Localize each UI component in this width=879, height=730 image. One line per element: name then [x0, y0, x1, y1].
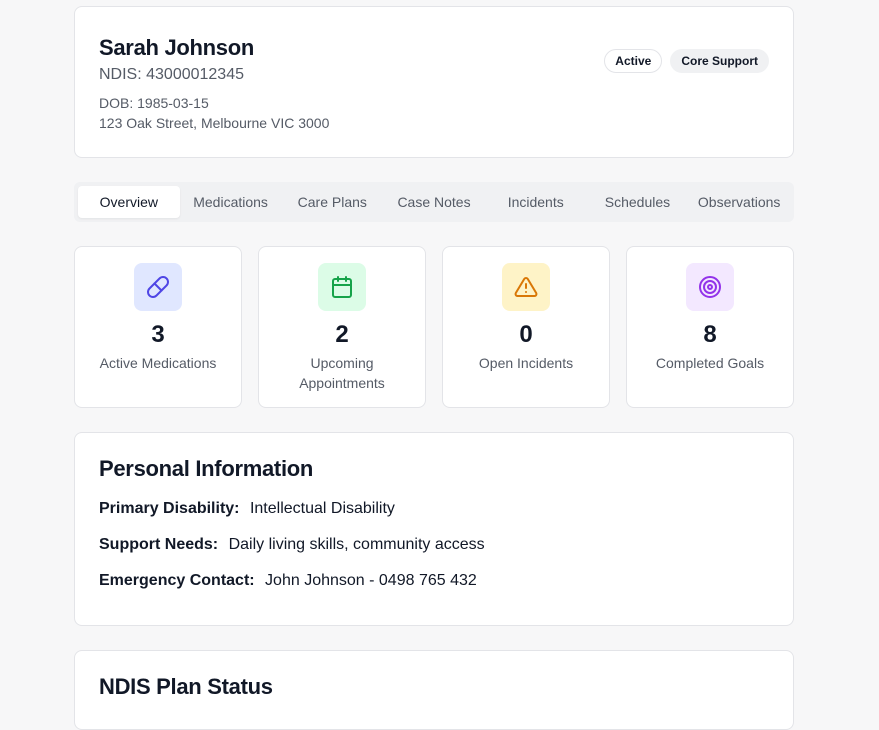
- date-of-birth: DOB: 1985-03-15: [99, 95, 209, 111]
- stat-card-goals: 8 Completed Goals: [626, 246, 794, 408]
- section-title: NDIS Plan Status: [99, 674, 273, 699]
- tab-case-notes[interactable]: Case Notes: [383, 186, 485, 218]
- info-value: Daily living skills, community access: [228, 536, 485, 553]
- stat-label: Upcoming Appointments: [299, 355, 385, 391]
- stat-card-appointments: 2 Upcoming Appointments: [258, 246, 426, 408]
- info-value: John Johnson - 0498 765 432: [265, 572, 477, 589]
- pill-icon: [134, 263, 182, 311]
- calendar-icon: [318, 263, 366, 311]
- plan-type-badge: Core Support: [670, 49, 769, 73]
- client-badges: Active Core Support: [604, 49, 769, 73]
- stat-value: 8: [703, 321, 717, 348]
- stat-label: Completed Goals: [655, 355, 765, 371]
- info-key: Support Needs:: [99, 536, 219, 553]
- stat-card-incidents: 0 Open Incidents: [442, 246, 610, 408]
- stat-label: Open Incidents: [478, 355, 574, 371]
- section-title: Personal Information: [99, 456, 314, 481]
- tab-care-plans[interactable]: Care Plans: [281, 186, 383, 218]
- ndis-plan-status-card: NDIS Plan Status: [74, 650, 794, 730]
- stats-row: 3 Active Medications 2 Upcoming Appointm…: [74, 246, 794, 408]
- target-icon: [686, 263, 734, 311]
- info-row-primary-disability: Primary Disability: Intellectual Disabil…: [99, 499, 769, 519]
- tab-medications[interactable]: Medications: [180, 186, 282, 218]
- client-address: 123 Oak Street, Melbourne VIC 3000: [99, 115, 330, 131]
- tab-schedules[interactable]: Schedules: [587, 186, 689, 218]
- stat-value: 2: [335, 321, 349, 348]
- profile-tabs: Overview Medications Care Plans Case Not…: [74, 182, 794, 222]
- stat-value: 0: [519, 321, 533, 348]
- tab-overview[interactable]: Overview: [78, 186, 180, 218]
- stat-card-medications: 3 Active Medications: [74, 246, 242, 408]
- client-profile: Sarah Johnson NDIS: 43000012345 DOB: 198…: [74, 6, 794, 730]
- personal-information-card: Personal Information Primary Disability:…: [74, 432, 794, 626]
- info-row-support-needs: Support Needs: Daily living skills, comm…: [99, 535, 769, 555]
- warning-icon: [502, 263, 550, 311]
- tab-incidents[interactable]: Incidents: [485, 186, 587, 218]
- info-row-emergency-contact: Emergency Contact: John Johnson - 0498 7…: [99, 571, 769, 591]
- tab-observations[interactable]: Observations: [688, 186, 790, 218]
- client-header-card: Sarah Johnson NDIS: 43000012345 DOB: 198…: [74, 6, 794, 158]
- status-badge: Active: [604, 49, 663, 73]
- info-key: Primary Disability:: [99, 500, 240, 517]
- stat-label: Active Medications: [99, 355, 217, 371]
- info-key: Emergency Contact:: [99, 572, 255, 589]
- info-value: Intellectual Disability: [249, 500, 395, 517]
- stat-value: 3: [151, 321, 165, 348]
